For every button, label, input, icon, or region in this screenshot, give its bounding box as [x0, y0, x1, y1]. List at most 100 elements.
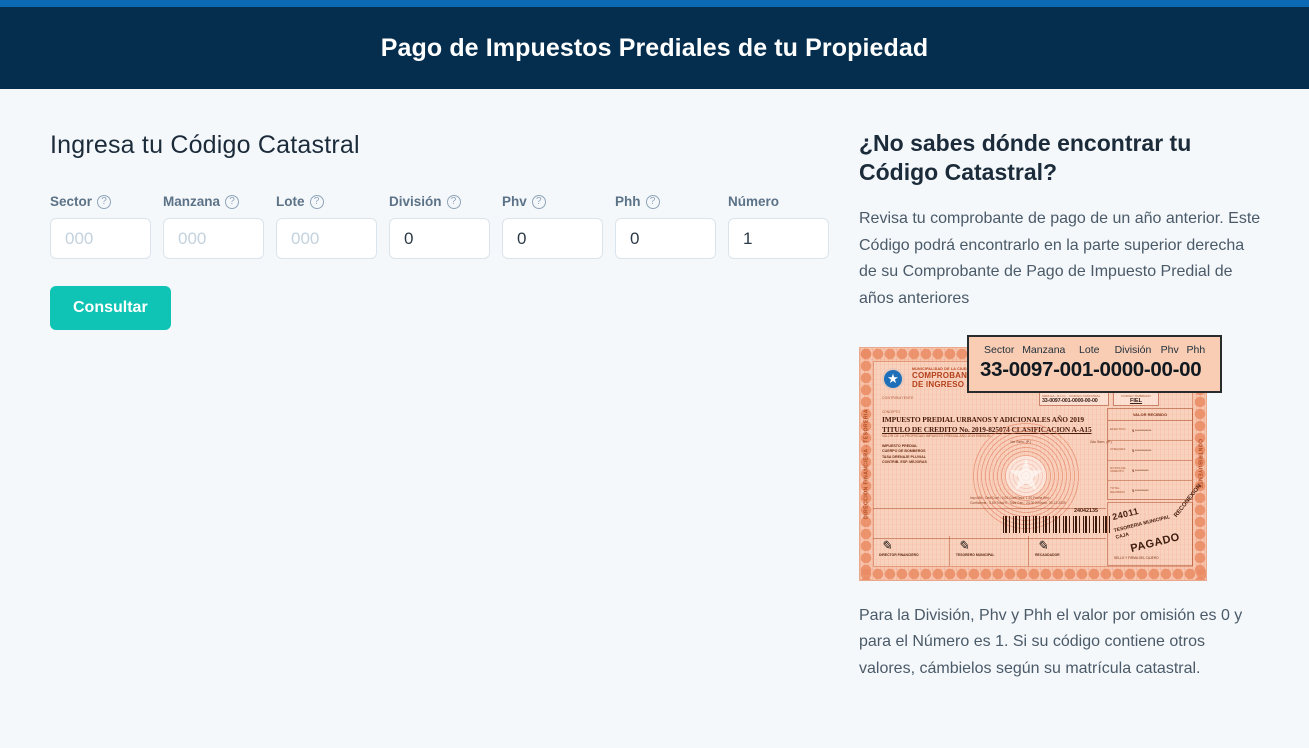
receipt-signature-row: ✎ DIRECTOR FINANCIERO ✎ TESORERO MUNICIP… — [873, 535, 1106, 566]
callout-code-value: 33-0097-001-0000-00-00 — [980, 357, 1202, 381]
stamp-caption: SELLO Y FIRMA DEL CAJERO — [1114, 555, 1159, 560]
receipt-mid-num-1: 1er Sem. (P.) — [1010, 439, 1031, 444]
receipt-concept-label: CONCEPTO — [882, 409, 901, 414]
help-paragraph-top: Revisa tu comprobante de pago de un año … — [859, 209, 1261, 308]
receipt-row-value: $ ********** — [1132, 467, 1149, 473]
field-manzana: Manzana ? — [163, 194, 264, 259]
field-lote-label: Lote ? — [276, 194, 377, 209]
receipt-amount-table: VALOR RECIBIDO EFECTIVO $ ************ C… — [1107, 407, 1193, 501]
receipt-calc-line: Imp=Mili.: Ded/Coef.: 0.00 Coef/Tasa: 1.… — [970, 495, 1066, 505]
page-title: Pago de Impuestos Prediales de tu Propie… — [380, 33, 929, 62]
receipt-row-value: $ ************ — [1132, 447, 1152, 453]
cadastral-code-form-section: Ingresa tu Código Catastral Sector ? Man… — [0, 89, 845, 330]
receipt-barcode-number: 24042135 — [1074, 507, 1098, 514]
field-manzana-label: Manzana ? — [163, 194, 264, 209]
cadastral-code-callout: Sector Manzana Lote División Phv Phh 33-… — [967, 334, 1222, 393]
receipt-contributor-label: CONTRIBUYENTE — [882, 395, 914, 400]
signature-cell: ✎ RECAUDADOR — [1029, 536, 1106, 566]
field-phh-label: Phh ? — [615, 194, 716, 209]
receipt-title-line-2: TITULO DE CREDITO No. 2019-825074 CLASIF… — [882, 424, 1092, 434]
receipt-border-bottom — [860, 567, 1206, 580]
field-phv-label: Phv ? — [502, 194, 603, 209]
help-panel-title: ¿No sabes dónde encontrar tu Código Cata… — [859, 130, 1192, 186]
receipt-table-header: VALOR RECIBIDO — [1108, 409, 1192, 421]
callout-header-lote: Lote — [1079, 343, 1100, 356]
field-phh-label-text: Phh — [615, 194, 641, 209]
table-row: NOTAS DE CREDITO $ ********** — [1108, 461, 1192, 481]
numero-input[interactable] — [728, 218, 829, 259]
field-numero-label-text: Número — [728, 194, 780, 209]
lote-input[interactable] — [276, 218, 377, 259]
help-icon[interactable]: ? — [97, 194, 112, 209]
consultar-button[interactable]: Consultar — [50, 286, 171, 330]
receipt-row-label: TOTAL RECIBIDO — [1110, 486, 1125, 494]
receipt-left-strip: DIRECCION FINANCIERA - TESORERIA — [863, 408, 870, 519]
phh-input[interactable] — [615, 218, 716, 259]
field-lote-label-text: Lote — [276, 194, 305, 209]
help-icon[interactable]: ? — [446, 194, 461, 209]
page-body: Ingresa tu Código Catastral Sector ? Man… — [0, 89, 1309, 748]
app-header: Pago de Impuestos Prediales de tu Propie… — [0, 7, 1309, 89]
help-icon[interactable]: ? — [645, 194, 660, 209]
help-icon[interactable]: ? — [531, 194, 546, 209]
receipt-title-line-1: IMPUESTO PREDIAL URBANOS Y ADICIONALES A… — [882, 414, 1084, 424]
field-sector-label-text: Sector — [50, 194, 93, 209]
receipt-code2-value: FIEL — [1129, 397, 1143, 404]
form-title: Ingresa tu Código Catastral — [50, 131, 360, 159]
help-paragraph-bottom: Para la División, Phv y Phh el valor por… — [859, 606, 1243, 678]
help-icon[interactable]: ? — [309, 194, 324, 209]
help-icon[interactable]: ? — [225, 194, 240, 209]
barcode-icon — [1003, 515, 1111, 533]
field-manzana-label-text: Manzana — [163, 194, 221, 209]
help-panel: ¿No sabes dónde encontrar tu Código Cata… — [845, 89, 1309, 683]
receipt-divider-1 — [873, 507, 1106, 509]
coat-of-arms-icon: ★ — [882, 367, 904, 390]
stamp-number: 24011 — [1111, 505, 1140, 522]
receipt-row-label: NOTAS DE CREDITO — [1110, 465, 1126, 474]
receipt-detail-lines: IMPUESTO PREDIAL CUERPO DE BOMBEROS TASA… — [882, 443, 927, 464]
receipt-stamp-code-box: CODIGO TIMBRADO FIEL — [1113, 391, 1159, 406]
field-numero-label: Número — [728, 194, 829, 209]
receipt-subtitle-line: VALOR DE LA PROPIEDAD IMPUESTO PREDIAL A… — [882, 433, 991, 438]
division-input[interactable] — [389, 218, 490, 259]
receipt-illustration: DIRECCION FINANCIERA - TESORERIA CONTRIB… — [859, 334, 1222, 581]
signature-caption: RECAUDADOR — [1035, 552, 1060, 557]
top-accent-bar — [0, 0, 1309, 7]
receipt-row-value: $ ********** — [1132, 488, 1149, 494]
receipt-watermark-seal: ★ — [972, 421, 1080, 530]
callout-headers: Sector Manzana Lote División Phv Phh — [980, 344, 1209, 356]
receipt-row-value: $ ************ — [1132, 427, 1152, 433]
sector-input[interactable] — [50, 218, 151, 259]
field-division-label-text: División — [389, 194, 442, 209]
field-numero: Número — [728, 194, 829, 259]
receipt-row-label: EFECTIVO — [1110, 427, 1126, 432]
callout-header-phv: Phv — [1160, 343, 1179, 356]
field-sector: Sector ? — [50, 194, 151, 259]
signature-mark: ✎ — [1036, 537, 1049, 554]
callout-header-phh: Phh — [1186, 343, 1206, 356]
manzana-input[interactable] — [163, 218, 264, 259]
field-phv: Phv ? — [502, 194, 603, 259]
signature-cell: ✎ DIRECTOR FINANCIERO — [873, 535, 950, 566]
callout-header-division: División — [1114, 343, 1152, 356]
field-division-label: División ? — [389, 194, 490, 209]
callout-header-manzana: Manzana — [1022, 343, 1066, 356]
field-phv-label-text: Phv — [502, 194, 527, 209]
callout-header-sector: Sector — [984, 343, 1015, 356]
receipt-cadastral-code-box: CEDULA - R.U.C. - CODIGO CATASTRAL 33-00… — [1039, 391, 1109, 406]
signature-cell: ✎ TESORERO MUNICIPAL — [950, 535, 1030, 566]
field-lote: Lote ? — [276, 194, 377, 259]
receipt-row-label: CHEQUES — [1110, 447, 1126, 452]
signature-mark: ✎ — [957, 537, 970, 554]
signature-mark: ✎ — [880, 537, 893, 554]
field-division: División ? — [389, 194, 490, 259]
table-row: CHEQUES $ ************ — [1108, 441, 1192, 461]
table-row: EFECTIVO $ ************ — [1108, 421, 1192, 441]
signature-caption: TESORERO MUNICIPAL — [955, 552, 995, 557]
signature-caption: DIRECTOR FINANCIERO — [879, 552, 919, 557]
field-phh: Phh ? — [615, 194, 716, 259]
phv-input[interactable] — [502, 218, 603, 259]
table-row: TOTAL RECIBIDO $ ********** — [1108, 481, 1192, 501]
cadastral-fields-row: Sector ? Manzana ? Lote ? — [50, 194, 845, 259]
receipt-code-value: 33-0097-001-0000-00-00 — [1042, 397, 1098, 404]
